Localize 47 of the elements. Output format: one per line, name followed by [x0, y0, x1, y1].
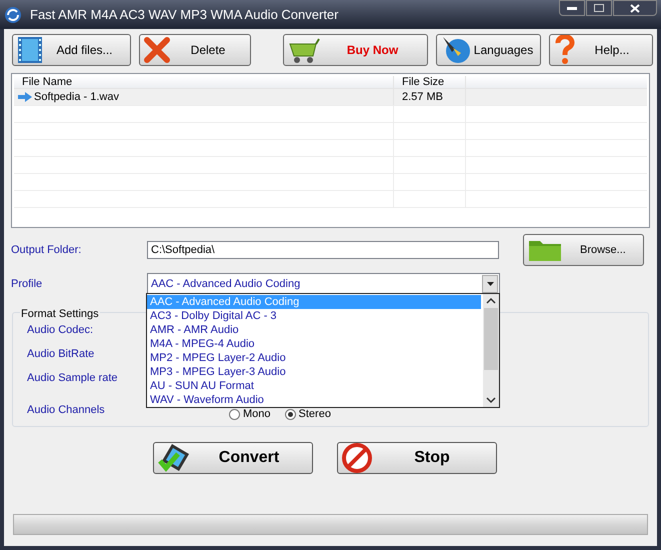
stop-button[interactable]: Stop — [337, 442, 497, 474]
profile-label: Profile — [11, 277, 44, 292]
group-title: Format Settings — [20, 306, 100, 322]
setting-label: Audio Codec: — [27, 323, 94, 336]
toolbar-button[interactable]: Buy Now — [283, 34, 428, 66]
dropdown-option[interactable]: AU - SUN AU Format — [147, 379, 481, 393]
output-folder-field[interactable]: C:\Softpedia\ — [147, 241, 499, 259]
app-icon — [4, 6, 22, 24]
toolbar-button[interactable]: Delete — [139, 34, 251, 66]
dropdown-option[interactable]: WAV - Waveform Audio — [147, 393, 481, 407]
dropdown-option[interactable]: M4A - MPEG-4 Audio — [147, 337, 481, 351]
scrollbar[interactable] — [483, 294, 499, 407]
column-header[interactable]: File Name — [14, 76, 394, 88]
toolbar-button[interactable]: Help... — [549, 34, 653, 66]
film-check-icon — [158, 443, 190, 473]
file-name-cell-text: Softpedia - 1.wav — [34, 90, 119, 105]
profile-dropdown[interactable]: AAC - Advanced Audio Coding — [147, 273, 500, 295]
channel-radio[interactable]: Mono — [229, 406, 271, 422]
film-icon — [17, 36, 43, 64]
dropdown-arrow-icon — [486, 282, 494, 286]
column-header[interactable]: File Size — [394, 76, 466, 88]
toolbar-button[interactable]: Add files... — [12, 34, 131, 66]
window-title: Fast AMR M4A AC3 WAV MP3 WMA Audio Converter — [30, 6, 338, 24]
dropdown-option[interactable]: MP2 - MPEG Layer-2 Audio — [147, 351, 481, 365]
question-mark-icon — [554, 35, 576, 65]
dropdown-option[interactable]: MP3 - MPEG Layer-3 Audio — [147, 365, 481, 379]
setting-label: Audio Sample rate — [27, 371, 118, 384]
file-size-cell: 2.57 MB — [402, 91, 443, 103]
maximize-button[interactable] — [586, 0, 612, 16]
arrow-icon — [18, 92, 32, 102]
minimize-button[interactable] — [559, 0, 585, 16]
convert-button[interactable]: Convert — [153, 442, 313, 474]
toolbar-button[interactable]: Languages — [436, 34, 541, 66]
browse-button[interactable]: Browse... — [523, 234, 644, 266]
output-folder-label: Output Folder: — [11, 242, 82, 258]
stop-icon — [342, 443, 372, 473]
close-icon — [630, 4, 640, 12]
globe-pen-icon — [441, 35, 471, 65]
close-button[interactable] — [613, 0, 657, 16]
setting-label: Audio BitRate — [27, 347, 94, 360]
dropdown-option[interactable]: AMR - AMR Audio — [147, 323, 481, 337]
dropdown-option[interactable]: AC3 - Dolby Digital AC - 3 — [147, 309, 481, 323]
delete-icon — [144, 37, 170, 63]
setting-label: Audio Channels — [27, 403, 105, 416]
channel-radio[interactable]: Stereo — [284, 406, 331, 422]
folder-icon — [528, 238, 562, 262]
cart-icon — [288, 36, 322, 64]
